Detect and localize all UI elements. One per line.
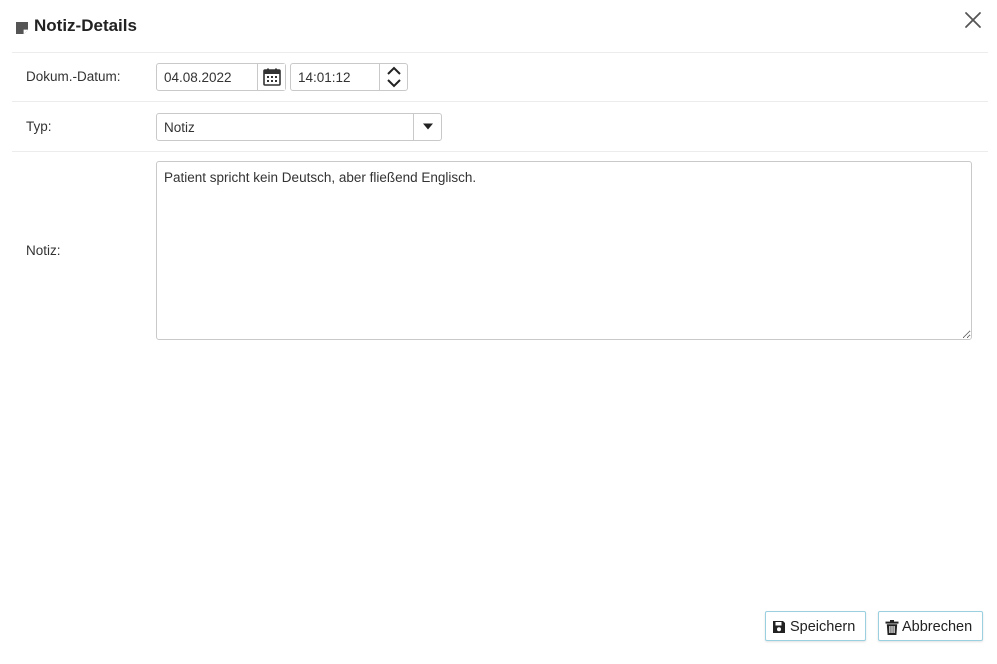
type-label: Typ: <box>26 119 52 134</box>
note-textarea[interactable]: Patient spricht kein Deutsch, aber fließ… <box>156 161 972 340</box>
time-input[interactable]: 14:01:12 <box>290 63 408 91</box>
separator <box>12 151 988 152</box>
type-value[interactable]: Notiz <box>164 119 195 137</box>
save-button[interactable]: Speichern <box>765 611 866 641</box>
separator <box>12 101 988 102</box>
close-icon[interactable] <box>962 9 984 31</box>
calendar-icon <box>263 68 281 86</box>
note-label: Notiz: <box>26 243 61 258</box>
dialog-title: Notiz-Details <box>34 16 137 35</box>
separator <box>12 52 988 53</box>
date-value[interactable]: 04.08.2022 <box>164 69 232 87</box>
time-down-button[interactable] <box>380 77 407 90</box>
floppy-disk-icon <box>772 620 786 638</box>
dropdown-button[interactable] <box>413 114 441 140</box>
trash-icon <box>885 620 899 639</box>
time-spinner <box>379 64 407 90</box>
calendar-button[interactable] <box>257 64 285 90</box>
note-icon <box>16 21 28 34</box>
date-label: Dokum.-Datum: <box>26 69 121 84</box>
date-input[interactable]: 04.08.2022 <box>156 63 286 91</box>
time-value[interactable]: 14:01:12 <box>298 69 351 87</box>
chevron-up-icon <box>387 66 401 75</box>
cancel-label: Abbrechen <box>902 619 973 635</box>
dialog-header: Notiz-Details <box>0 0 997 52</box>
cancel-button[interactable]: Abbrechen <box>878 611 983 641</box>
time-up-button[interactable] <box>380 64 407 77</box>
type-select[interactable]: Notiz <box>156 113 442 141</box>
caret-down-icon <box>423 123 433 130</box>
chevron-down-icon <box>387 79 401 88</box>
note-details-dialog: Notiz-Details Dokum.-Datum: 04.08.2022 1… <box>0 0 997 664</box>
save-label: Speichern <box>790 619 856 635</box>
